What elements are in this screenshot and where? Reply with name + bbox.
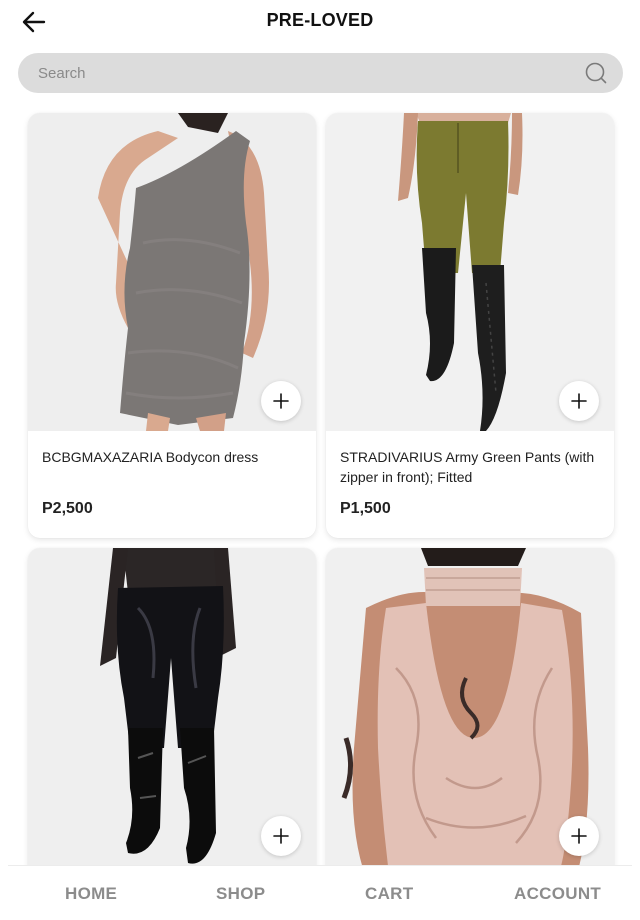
bottom-nav: HOME SHOP CART ACCOUNT <box>8 865 632 920</box>
nav-home[interactable]: HOME <box>65 884 117 904</box>
product-name: BCBGMAXAZARIA Bodycon dress <box>42 449 259 465</box>
plus-icon <box>273 393 289 409</box>
product-grid: BCBGMAXAZARIA Bodycon dress P2,500 STRAD… <box>0 0 640 920</box>
add-to-cart-button[interactable] <box>559 381 599 421</box>
product-price: P2,500 <box>42 500 93 517</box>
plus-icon <box>571 393 587 409</box>
product-card[interactable] <box>326 548 614 878</box>
plus-icon <box>571 828 587 844</box>
product-card[interactable]: STRADIVARIUS Army Green Pants (with zipp… <box>326 113 614 538</box>
add-to-cart-button[interactable] <box>261 381 301 421</box>
product-price: P1,500 <box>340 500 391 517</box>
add-to-cart-button[interactable] <box>261 816 301 856</box>
nav-account[interactable]: ACCOUNT <box>514 884 601 904</box>
product-card[interactable]: BCBGMAXAZARIA Bodycon dress P2,500 <box>28 113 316 538</box>
nav-shop[interactable]: SHOP <box>216 884 265 904</box>
app-screen: PRE-LOVED Search BCBGMAXAZARIA Bodycon d… <box>0 0 640 920</box>
plus-icon <box>273 828 289 844</box>
product-name: STRADIVARIUS Army Green Pants (with zipp… <box>340 449 595 485</box>
product-card[interactable] <box>28 548 316 878</box>
add-to-cart-button[interactable] <box>559 816 599 856</box>
nav-cart[interactable]: CART <box>365 884 413 904</box>
